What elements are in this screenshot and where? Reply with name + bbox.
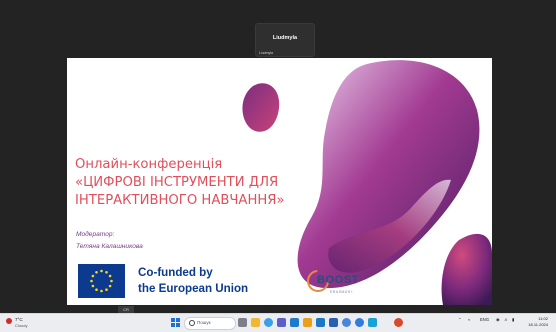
mail-icon[interactable] — [303, 318, 312, 327]
windows-taskbar: 7°C Cloudy Пошук ⌃ ≈ ENG ◉ ♬ ▮ 11:02 18.… — [0, 313, 556, 332]
shared-presentation-slide: Онлайн-конференція «ЦИФРОВІ ІНСТРУМЕНТИ … — [67, 58, 492, 305]
taskbar-search[interactable]: Пошук — [184, 317, 236, 330]
tray-language[interactable]: ENG — [480, 317, 489, 322]
participant-label: Liudmyla — [259, 51, 274, 55]
app-icon[interactable] — [394, 318, 403, 327]
start-button[interactable] — [171, 318, 180, 327]
video-call-stage: Liudmyla Liudmyla Онлайн-конференція «ЦИ… — [0, 0, 556, 314]
chrome-icon[interactable] — [355, 318, 364, 327]
weather-temp: 7°C — [15, 317, 23, 322]
photos-icon[interactable] — [329, 318, 338, 327]
eu-flag-logo — [78, 264, 125, 298]
eu-cofunded-text: Co-funded by the European Union — [138, 265, 248, 297]
weather-icon — [6, 318, 12, 324]
store-icon[interactable] — [277, 318, 286, 327]
search-placeholder: Пошук — [197, 320, 211, 325]
slide-title-line-3: ІНТЕРАКТИВНОГО НАВЧАННЯ» — [75, 193, 285, 208]
teams-icon[interactable] — [290, 318, 299, 327]
weather-desc: Cloudy — [15, 323, 28, 328]
slide-title-line-1: Онлайн-конференція — [75, 157, 223, 172]
tray-network-icon[interactable]: ≈ — [468, 317, 470, 322]
moderator-label: Модератор: — [76, 231, 115, 238]
eu-text-line-2: the European Union — [138, 282, 249, 295]
search-icon — [189, 320, 195, 326]
participant-name: Liudmyla — [272, 35, 298, 41]
clock-date: 18.11.2024 — [528, 322, 548, 327]
eu-stars-icon — [90, 269, 113, 293]
moderator-name: Тетяна Калашникова — [76, 243, 143, 250]
boost-logo-text: BOOST — [317, 274, 360, 286]
small-gradient-blob — [242, 83, 280, 132]
weather-widget[interactable]: 7°C Cloudy — [6, 316, 46, 330]
wifi-icon[interactable]: ◉ — [496, 317, 500, 322]
eu-text-line-1: Co-funded by — [138, 266, 213, 279]
edge-icon[interactable] — [368, 318, 377, 327]
taskbar-clock[interactable]: 11:02 18.11.2024 — [518, 316, 548, 328]
erasmus-text: ERASMUS+ — [330, 290, 354, 294]
settings-icon[interactable] — [342, 318, 351, 327]
browser-icon[interactable] — [264, 318, 273, 327]
task-view-icon[interactable] — [238, 318, 247, 327]
file-explorer-icon[interactable] — [251, 318, 260, 327]
slide-title-line-2: «ЦИФРОВІ ІНСТРУМЕНТИ ДЛЯ — [75, 175, 279, 190]
battery-icon[interactable]: ▮ — [512, 317, 514, 322]
volume-icon[interactable]: ♬ — [504, 317, 508, 322]
tray-chevron-icon[interactable]: ⌃ — [458, 317, 462, 322]
bottom-right-blob — [441, 233, 492, 305]
participant-tile[interactable]: Liudmyla Liudmyla — [255, 23, 315, 57]
calendar-icon[interactable] — [316, 318, 325, 327]
slide-title: Онлайн-конференція «ЦИФРОВІ ІНСТРУМЕНТИ … — [75, 156, 335, 210]
